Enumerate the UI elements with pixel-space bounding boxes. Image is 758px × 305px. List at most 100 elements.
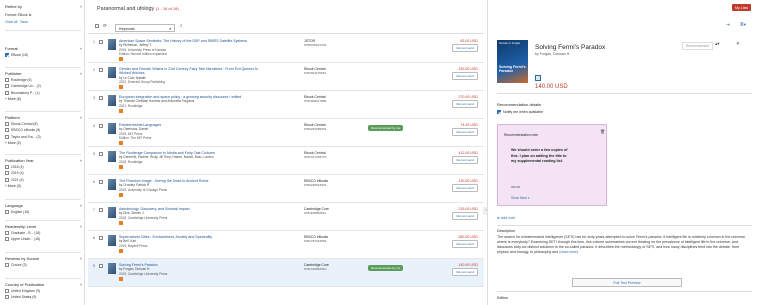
filter-checkbox[interactable]: [5, 171, 9, 176]
book-thumbnail[interactable]: [108, 207, 116, 218]
clear-all-link[interactable]: Clear all: [5, 20, 17, 24]
book-thumbnail[interactable]: [108, 123, 116, 134]
filter-option[interactable]: EBook (18): [5, 53, 82, 58]
filter-option[interactable]: EBSCO eBooks (6): [5, 128, 82, 133]
filter-checkbox[interactable]: [5, 231, 9, 236]
filter-option[interactable]: 2018 (4): [5, 165, 82, 170]
filter-option[interactable]: 2019 (4): [5, 171, 82, 176]
recommended-button[interactable]: Recommended: [682, 42, 713, 50]
filter-section-header[interactable]: Format ˄: [5, 46, 82, 51]
row-checkbox[interactable]: [99, 96, 103, 100]
search-icon[interactable]: ⌕: [180, 23, 183, 28]
table-row[interactable]: 8 Supernatural Cities : Enchantment, Anx…: [88, 231, 484, 259]
row-checkbox[interactable]: [99, 152, 103, 156]
recommend-button[interactable]: Recommend: [452, 212, 478, 220]
filter-checkbox[interactable]: [5, 122, 9, 127]
filter-option[interactable]: 2021 (4): [5, 177, 82, 182]
filter-option[interactable]: Routledge (6): [5, 78, 82, 83]
filter-option[interactable]: Taylor and Fra... (3): [5, 134, 82, 139]
filter-section-header[interactable]: Country of Publication ˄: [5, 282, 82, 287]
row-checkbox[interactable]: [99, 68, 103, 72]
filter-checkbox[interactable]: [5, 210, 9, 215]
full-text-preview-button[interactable]: Full Text Preview: [572, 278, 682, 287]
my-lists-button[interactable]: My Lists: [732, 4, 752, 12]
recommend-button[interactable]: Recommend: [452, 240, 478, 248]
table-row[interactable]: 1 American Space Sentinels: The History …: [88, 35, 484, 63]
filter-section-header[interactable]: Readership Level ˄: [5, 224, 82, 229]
chevron-up-icon[interactable]: ˄: [80, 115, 82, 120]
filter-checkbox[interactable]: [5, 165, 9, 170]
filter-checkbox[interactable]: [5, 134, 9, 139]
notify-checkbox[interactable]: [497, 110, 501, 114]
show-more-link[interactable]: Show More ▾: [511, 196, 530, 200]
filter-checkbox[interactable]: [5, 84, 9, 89]
filter-checkbox[interactable]: [5, 237, 9, 242]
recommend-button[interactable]: Recommend: [452, 100, 478, 108]
row-checkbox[interactable]: [99, 236, 103, 240]
book-thumbnail[interactable]: [108, 151, 116, 162]
filter-checkbox[interactable]: [5, 177, 9, 182]
filter-checkbox[interactable]: [5, 128, 9, 133]
book-thumbnail[interactable]: [108, 39, 116, 50]
recommend-button[interactable]: Recommend: [452, 184, 478, 192]
refresh-icon[interactable]: ⟳: [103, 23, 107, 29]
filter-section-header[interactable]: Platform ˄: [5, 115, 82, 120]
chevron-up-icon[interactable]: ˄: [80, 282, 82, 287]
filter-checkbox[interactable]: [5, 289, 9, 294]
show-more-filters-link[interactable]: + More (6): [5, 97, 82, 101]
table-row[interactable]: 2 Gender and Female Villains in 21st Cen…: [88, 63, 484, 91]
table-row[interactable]: 4 Extraterrestrial Languages by Oberhaus…: [88, 119, 484, 147]
read-more-link[interactable]: (read more): [559, 250, 578, 254]
table-row[interactable]: 7 Astrobiology, Discovery, and Societal …: [88, 203, 484, 231]
book-thumbnail[interactable]: [108, 67, 116, 78]
book-title-link[interactable]: Gender and Female Villains in 21st Centu…: [119, 67, 269, 76]
filter-checkbox[interactable]: [5, 78, 9, 83]
filter-checkbox[interactable]: [5, 263, 9, 268]
row-checkbox[interactable]: [99, 264, 103, 268]
chevron-up-icon[interactable]: ˄: [80, 46, 82, 51]
filter-option[interactable]: Cambridge Un... (2): [5, 84, 82, 89]
row-checkbox[interactable]: [99, 40, 103, 44]
row-checkbox[interactable]: [99, 208, 103, 212]
recommend-button[interactable]: Recommend: [452, 72, 478, 80]
filter-option[interactable]: United States (9): [5, 295, 82, 300]
table-row[interactable]: 3 European integration and space policy …: [88, 91, 484, 119]
refine-by-header[interactable]: Refine by ˄: [5, 4, 82, 9]
filter-option[interactable]: Bloomsbury P... (1): [5, 90, 82, 95]
book-thumbnail[interactable]: [108, 235, 116, 246]
active-filter-chip[interactable]: Format: EBook ⊗: [5, 13, 31, 17]
filter-section-header[interactable]: Language ˄: [5, 203, 82, 208]
select-all-checkbox[interactable]: [95, 24, 101, 29]
chevron-up-icon[interactable]: ˄: [80, 203, 82, 208]
filter-option[interactable]: English (18): [5, 210, 82, 215]
save-filter-link[interactable]: Save: [20, 20, 28, 24]
filter-option[interactable]: United Kingdom (9): [5, 289, 82, 294]
recommend-button[interactable]: Recommend: [452, 268, 478, 276]
filter-checkbox[interactable]: [5, 90, 9, 95]
close-icon[interactable]: ⊗: [29, 13, 32, 17]
chevron-up-icon[interactable]: ˄: [80, 4, 82, 9]
keywords-dropdown[interactable]: Keywords ▾: [115, 24, 175, 32]
share-icon[interactable]: ⇥: [726, 22, 730, 28]
filter-option[interactable]: Ebook Central (8): [5, 122, 82, 127]
recommend-button[interactable]: Recommend: [452, 128, 478, 136]
book-thumbnail[interactable]: [108, 263, 116, 274]
chevron-up-icon[interactable]: ˄: [80, 256, 82, 261]
filter-checkbox[interactable]: [5, 53, 9, 58]
show-more-filters-link[interactable]: + More (2): [5, 141, 82, 145]
chevron-up-icon[interactable]: ˄: [80, 71, 82, 76]
filter-section-header[interactable]: Publisher ˄: [5, 71, 82, 76]
table-row[interactable]: 6 The Phantom Image : Seeing the Dead in…: [88, 175, 484, 203]
filter-option[interactable]: Upper Under... (18): [5, 237, 82, 242]
filter-section-header[interactable]: Publication Year ˄: [5, 158, 82, 163]
table-row[interactable]: 5 The Routledge Companion to Media and F…: [88, 147, 484, 175]
add-note-link[interactable]: ⊕ Add note: [497, 216, 515, 220]
close-icon[interactable]: ✕: [736, 41, 740, 47]
chevron-up-icon[interactable]: ˄: [80, 224, 82, 229]
chevron-up-icon[interactable]: ˄: [80, 158, 82, 163]
recommend-button[interactable]: Recommend: [452, 44, 478, 52]
show-more-filters-link[interactable]: + More (3): [5, 184, 82, 188]
book-thumbnail[interactable]: [108, 179, 116, 190]
filter-option[interactable]: Graduate - R... (18): [5, 231, 82, 236]
row-checkbox[interactable]: [99, 180, 103, 184]
